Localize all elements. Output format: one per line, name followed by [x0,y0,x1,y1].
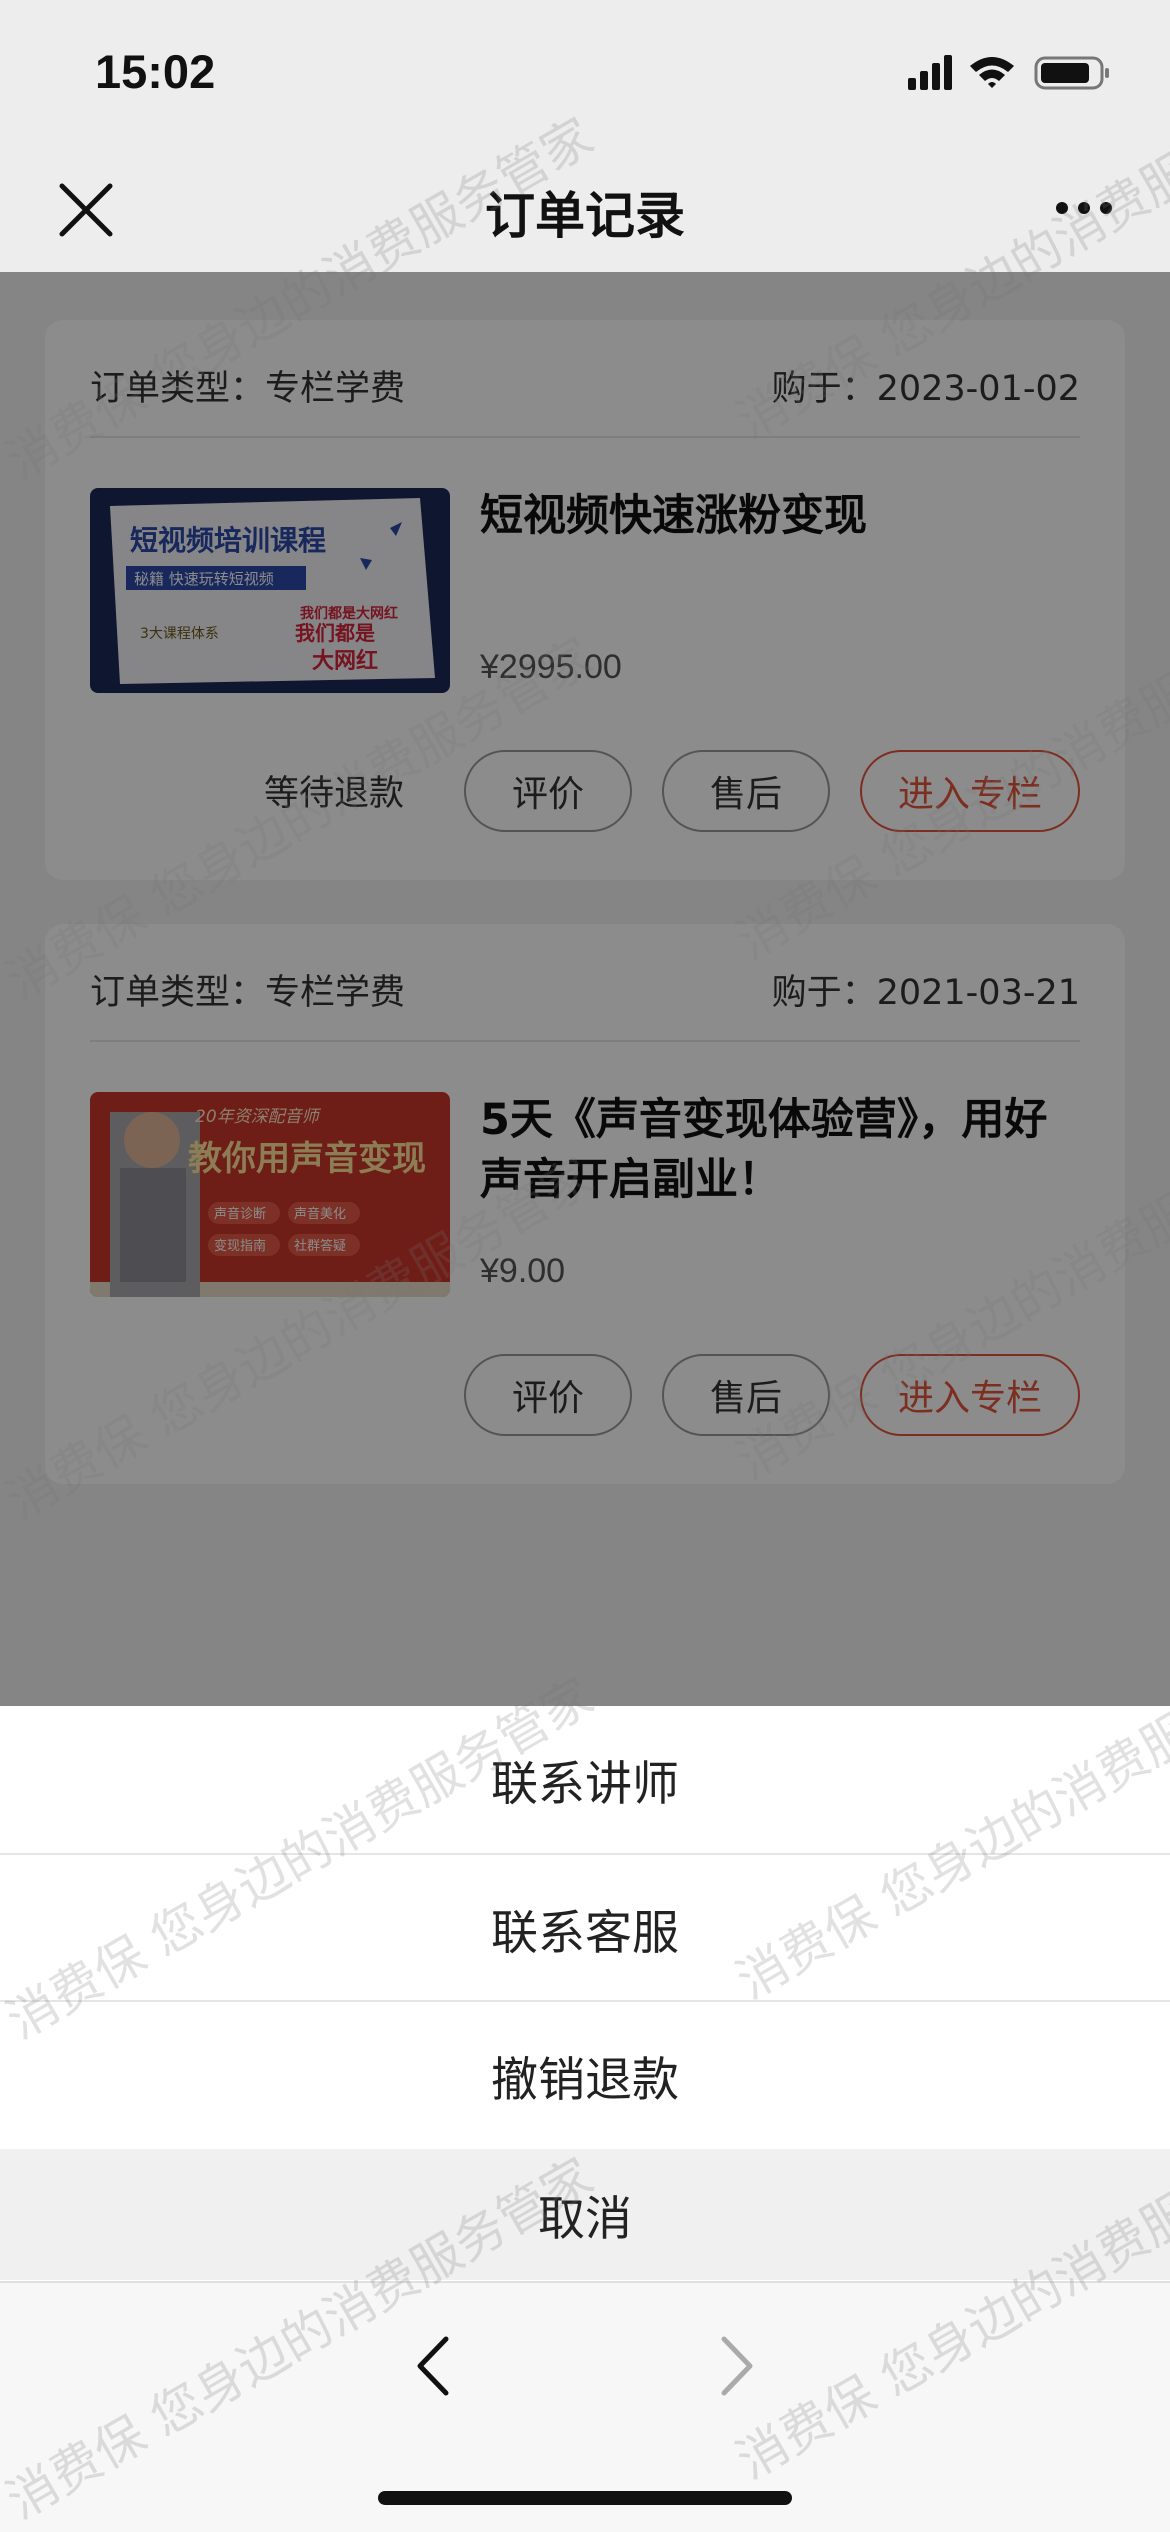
contact-lecturer-button[interactable]: 联系讲师 [0,1706,1170,1853]
signal-wifi-battery-icon [908,55,1109,90]
contact-support-button[interactable]: 联系客服 [0,1855,1170,2002]
home-indicator[interactable] [378,2491,792,2505]
action-sheet: 联系讲师 联系客服 撤销退款 取消 [0,1706,1170,2281]
revoke-refund-button[interactable]: 撤销退款 [0,2002,1170,2149]
more-icon[interactable] [1054,200,1114,216]
page-title: 订单记录 [485,187,685,245]
status-time: 15:02 [95,45,216,98]
modal-backdrop[interactable] [0,272,1170,1706]
status-bar: 15:02 [0,0,1170,140]
forward-arrow-icon[interactable] [712,2331,762,2401]
status-icons [908,52,1118,96]
back-arrow-icon[interactable] [408,2331,458,2401]
nav-bar: 订单记录 [0,140,1170,272]
cancel-button[interactable]: 取消 [0,2149,1170,2280]
